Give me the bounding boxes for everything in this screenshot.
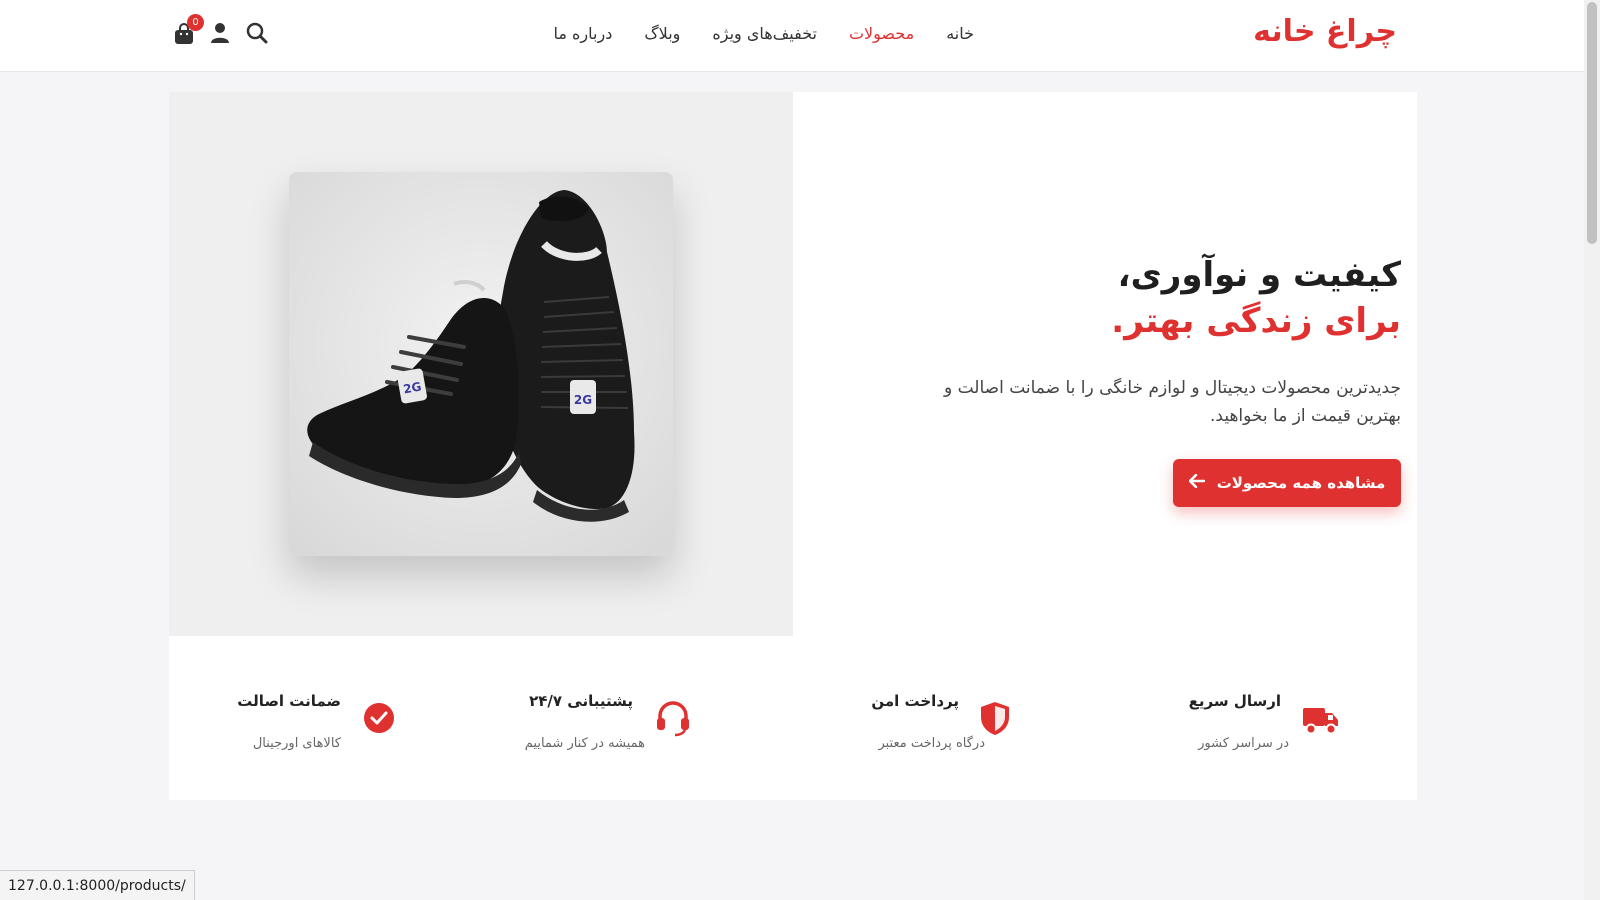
- feature-subtitle: همیشه در کنار شماییم: [524, 736, 645, 751]
- cart-count-badge: 0: [187, 14, 204, 31]
- header-actions: 0: [174, 14, 268, 46]
- nav-item-home[interactable]: خانه: [946, 24, 974, 43]
- feature-item: پشتیبانی ۲۴/۷ همیشه در کنار شماییم: [481, 636, 793, 800]
- page-scrollbar[interactable]: [1584, 0, 1600, 900]
- user-icon[interactable]: [210, 22, 232, 46]
- feature-title: ضمانت اصالت: [237, 692, 341, 710]
- hero-title-line2: برای زندگی بهتر.: [1111, 301, 1401, 341]
- site-logo[interactable]: چراغ خانه: [1253, 14, 1397, 49]
- main-nav: خانه محصولات تخفیف‌های ویژه وبلاگ درباره…: [522, 24, 974, 43]
- truck-icon: [1301, 698, 1341, 738]
- hero-title: کیفیت و نوآوری، برای زندگی بهتر.: [881, 252, 1401, 344]
- cta-label: مشاهده همه محصولات: [1216, 474, 1386, 492]
- link-status-bar: 127.0.0.1:8000/products/: [0, 870, 195, 900]
- svg-text:2G: 2G: [574, 393, 592, 407]
- feature-subtitle: درگاه پرداخت معتبر: [878, 736, 985, 751]
- arrow-left-icon: [1188, 473, 1205, 492]
- search-icon[interactable]: [246, 22, 268, 46]
- hero-description: جدیدترین محصولات دیجیتال و لوازم خانگی ر…: [943, 378, 1401, 426]
- scrollbar-thumb[interactable]: [1587, 2, 1597, 244]
- headset-icon: [653, 698, 693, 738]
- nav-item-blog[interactable]: وبلاگ: [644, 24, 680, 43]
- check-circle-icon: [359, 698, 399, 738]
- feature-subtitle: در سراسر کشور: [1198, 736, 1289, 751]
- nav-item-about[interactable]: درباره ما: [554, 24, 613, 43]
- feature-item: ارسال سریع در سراسر کشور: [1105, 636, 1417, 800]
- nav-item-special-offers[interactable]: تخفیف‌های ویژه: [712, 24, 817, 43]
- cart-icon[interactable]: 0: [174, 14, 204, 46]
- hero-image-panel: 2G 2G: [169, 92, 793, 636]
- hero-title-line1: کیفیت و نوآوری،: [1117, 255, 1401, 295]
- feature-item: ضمانت اصالت کالاهای اورجینال: [169, 636, 481, 800]
- features-strip: ارسال سریع در سراسر کشور پرداخت امن درگا…: [169, 636, 1417, 800]
- view-all-products-button[interactable]: مشاهده همه محصولات: [1173, 459, 1401, 507]
- hero-text: کیفیت و نوآوری، برای زندگی بهتر. جدیدتری…: [881, 252, 1401, 430]
- feature-title: پشتیبانی ۲۴/۷: [529, 692, 633, 710]
- feature-title: ارسال سریع: [1188, 692, 1281, 710]
- feature-item: پرداخت امن درگاه پرداخت معتبر: [793, 636, 1105, 800]
- next-section-heading-peek: [800, 890, 820, 900]
- hero-product-image: 2G 2G: [289, 172, 673, 556]
- feature-subtitle: کالاهای اورجینال: [252, 736, 341, 751]
- hero-section: 2G 2G کیفیت و نوآوری، برای زندگی بهتر. ج…: [169, 92, 1417, 636]
- shield-icon: [975, 698, 1015, 738]
- site-header: چراغ خانه خانه محصولات تخفیف‌های ویژه وب…: [0, 0, 1584, 72]
- nav-item-products[interactable]: محصولات: [849, 24, 914, 43]
- feature-title: پرداخت امن: [871, 692, 959, 710]
